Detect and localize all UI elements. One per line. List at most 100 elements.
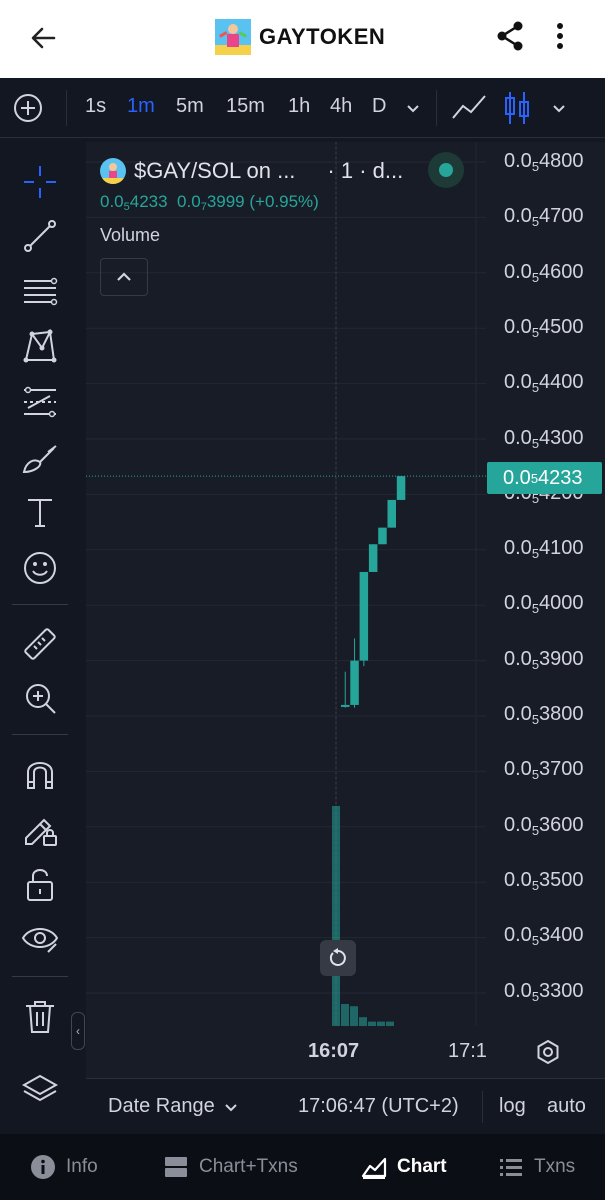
price-axis-label: 0.054000 xyxy=(504,592,584,616)
nav-txns[interactable]: Txns xyxy=(498,1152,575,1182)
price-axis-label: 0.054300 xyxy=(504,427,584,451)
price-axis-label: 0.054500 xyxy=(504,316,584,340)
chart-settings-icon[interactable] xyxy=(534,1038,562,1066)
pattern-tool[interactable] xyxy=(18,324,62,368)
price-axis-label-rest: 4300 xyxy=(539,426,584,449)
list-icon xyxy=(500,1159,522,1176)
auto-scale-toggle[interactable]: auto xyxy=(547,1095,586,1118)
timeframe-dropdown-chevron-icon[interactable] xyxy=(403,98,423,118)
candlestick-chart-type-icon[interactable] xyxy=(503,90,531,126)
magnet-tool[interactable] xyxy=(18,752,62,796)
price-axis-label: 0.054100 xyxy=(504,537,584,561)
nav-info[interactable]: Info xyxy=(30,1152,98,1182)
area-chart-icon xyxy=(361,1157,387,1179)
price-prefix: 0.0 xyxy=(100,192,124,211)
reset-chart-button[interactable] xyxy=(320,940,356,976)
date-range-label: Date Range xyxy=(108,1095,215,1117)
price-axis-label: 0.053400 xyxy=(504,924,584,948)
projection-icon xyxy=(24,386,56,418)
crosshair-tool[interactable] xyxy=(18,160,62,204)
change-prefix: 0.0 xyxy=(177,192,201,211)
share-icon[interactable] xyxy=(492,18,528,54)
nav-info-label: Info xyxy=(66,1156,98,1177)
timeframe-1s[interactable]: 1s xyxy=(85,95,106,118)
lock-drawings-tool[interactable] xyxy=(18,806,62,850)
collapse-toolbar-handle[interactable]: ‹ xyxy=(71,1012,85,1050)
chart-footer: Date Range 17:06:47 (UTC+2) log auto xyxy=(86,1078,605,1134)
toolbar-divider xyxy=(66,90,67,126)
line-chart-type-icon[interactable] xyxy=(451,92,487,124)
price-axis-label-rest: 3800 xyxy=(539,703,584,725)
timeframe-1h[interactable]: 1h xyxy=(288,95,310,118)
visibility-tool[interactable] xyxy=(18,916,62,960)
remove-drawings-tool[interactable] xyxy=(18,994,62,1038)
nav-chart-txns[interactable]: Chart+Txns xyxy=(163,1152,298,1182)
candle-body xyxy=(378,527,387,545)
nav-chart[interactable]: Chart xyxy=(361,1152,447,1182)
nav-chart-txns-label: Chart+Txns xyxy=(199,1156,298,1177)
timeframe-d[interactable]: D xyxy=(372,95,386,118)
candle-body xyxy=(387,499,396,528)
zoom-in-icon xyxy=(26,684,56,714)
volume-label[interactable]: Volume xyxy=(100,225,403,246)
toolbar-divider xyxy=(12,976,68,977)
measure-tool[interactable] xyxy=(18,622,62,666)
add-indicator-icon[interactable] xyxy=(12,92,44,124)
last-price-digits: 4233 xyxy=(538,466,583,489)
price-axis-label-prefix: 0.0 xyxy=(504,371,532,394)
price-axis-label-prefix: 0.0 xyxy=(504,315,532,338)
price-axis-label-sub: 5 xyxy=(531,822,540,838)
back-arrow-icon[interactable] xyxy=(26,20,62,56)
change-digits: 3999 (+0.95%) xyxy=(206,192,319,211)
price-axis-label-sub: 5 xyxy=(531,712,540,727)
price-axis-label-sub: 5 xyxy=(531,324,540,340)
price-axis-label-sub: 5 xyxy=(531,214,540,230)
price-axis-label-prefix: 0.0 xyxy=(504,537,532,560)
timeframe-1m[interactable]: 1m xyxy=(127,95,155,118)
more-options-icon[interactable] xyxy=(548,18,572,54)
price-axis-label-prefix: 0.0 xyxy=(504,868,532,891)
price-axis-label: 0.053600 xyxy=(504,814,584,838)
price-axis-label-sub: 5 xyxy=(531,988,540,1004)
price-axis-label: 0.053900 xyxy=(504,648,584,672)
market-status-indicator[interactable] xyxy=(428,152,464,188)
chart-type-dropdown-chevron-icon[interactable] xyxy=(549,98,569,118)
trend-line-tool[interactable] xyxy=(18,214,62,258)
ruler-icon xyxy=(24,628,56,660)
zoom-in-tool[interactable] xyxy=(18,676,62,720)
collapse-legend-button[interactable] xyxy=(100,258,148,296)
price-axis-label-sub: 5 xyxy=(531,877,540,893)
crosshair-icon xyxy=(24,166,56,198)
volume-bar xyxy=(341,1004,349,1026)
volume-bar xyxy=(359,1017,367,1026)
timeframe-4h[interactable]: 4h xyxy=(330,95,352,118)
forecast-tool[interactable] xyxy=(18,380,62,424)
unlock-icon xyxy=(27,869,53,901)
text-tool[interactable] xyxy=(18,490,62,534)
timezone-clock[interactable]: 17:06:47 (UTC+2) xyxy=(298,1095,459,1118)
emoji-tool[interactable] xyxy=(18,546,62,590)
market-status-dot xyxy=(439,163,453,177)
timeframe-15m[interactable]: 15m xyxy=(226,95,265,118)
log-scale-toggle[interactable]: log xyxy=(499,1095,526,1118)
last-price-zero-count: 5 xyxy=(530,470,539,486)
price-axis-label-sub: 5 xyxy=(531,159,540,174)
horizontal-lines-icon xyxy=(24,277,58,306)
brush-tool[interactable] xyxy=(18,436,62,480)
price-digits: 4233 xyxy=(129,192,168,211)
price-axis-label-rest: 3600 xyxy=(539,813,584,836)
price-axis-label: 0.053300 xyxy=(504,980,584,1004)
lock-tool[interactable] xyxy=(18,862,62,906)
date-range-selector[interactable]: Date Range xyxy=(108,1095,239,1118)
price-axis-label-prefix: 0.0 xyxy=(504,426,532,449)
price-chart[interactable]: $GAY/SOL on ... · 1 · d... 0.054233 0.07… xyxy=(86,142,605,1134)
object-tree-tool[interactable] xyxy=(18,1068,62,1112)
footer-divider xyxy=(482,1091,483,1123)
candle-body xyxy=(368,544,378,572)
volume-bar xyxy=(377,1021,385,1026)
price-axis-label-sub: 5 xyxy=(531,601,540,617)
timeframe-5m[interactable]: 5m xyxy=(176,95,204,118)
fib-retracement-tool[interactable] xyxy=(18,270,62,314)
symbol-name[interactable]: $GAY/SOL on ... xyxy=(134,158,295,184)
price-axis-label-prefix: 0.0 xyxy=(504,924,532,947)
